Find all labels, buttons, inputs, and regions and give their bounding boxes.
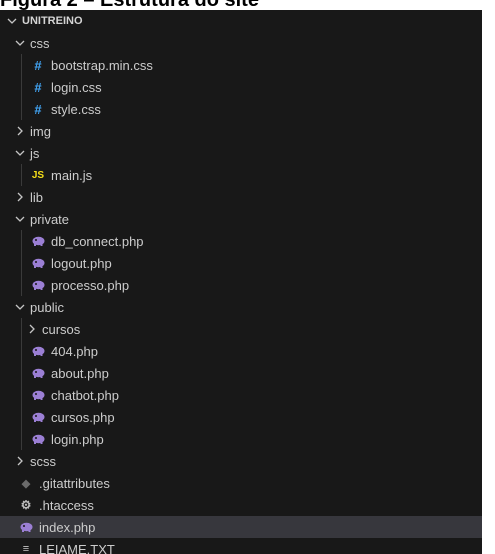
indent-guide	[21, 98, 22, 120]
indent-guide	[21, 274, 22, 296]
file-main-js[interactable]: JS main.js	[0, 164, 482, 186]
chevron-down-icon[interactable]	[12, 214, 28, 224]
folder-private[interactable]: private	[0, 208, 482, 230]
tree-item-label: cursos	[42, 321, 81, 337]
tree-item-label: .gitattributes	[39, 475, 110, 491]
tree-item-label: lib	[30, 189, 44, 205]
chevron-down-icon[interactable]	[12, 38, 28, 48]
tree-item-label: img	[30, 123, 51, 139]
php-file-icon	[30, 434, 46, 444]
file-about-php[interactable]: about.php	[0, 362, 482, 384]
file-htaccess[interactable]: ⚙ .htaccess	[0, 494, 482, 516]
file-bootstrap-min-css[interactable]: # bootstrap.min.css	[0, 54, 482, 76]
js-file-icon: JS	[31, 169, 45, 181]
indent-guide	[21, 252, 22, 274]
php-file-icon	[30, 258, 46, 268]
php-file-icon	[30, 346, 46, 356]
indent-guide	[21, 362, 22, 384]
tree-item-label: js	[30, 145, 40, 161]
tree-item-label: index.php	[39, 519, 96, 535]
tree-item-label: login.css	[51, 79, 102, 95]
file-login-css[interactable]: # login.css	[0, 76, 482, 98]
tree-item-label: processo.php	[51, 277, 130, 293]
indent-guide	[21, 54, 22, 76]
chevron-down-icon	[4, 16, 20, 26]
tree-item-label: chatbot.php	[51, 387, 119, 403]
file-logout-php[interactable]: logout.php	[0, 252, 482, 274]
indent-guide	[21, 384, 22, 406]
php-file-icon	[30, 236, 46, 246]
file-chatbot-php[interactable]: chatbot.php	[0, 384, 482, 406]
gear-icon: ⚙	[20, 498, 32, 512]
php-file-icon	[30, 280, 46, 290]
css-file-icon: #	[34, 79, 42, 95]
file-processo-php[interactable]: processo.php	[0, 274, 482, 296]
php-file-icon	[30, 368, 46, 378]
tree-item-label: logout.php	[51, 255, 112, 271]
file-style-css[interactable]: # style.css	[0, 98, 482, 120]
indent-guide	[21, 164, 22, 186]
file-gitattributes[interactable]: ◆ .gitattributes	[0, 472, 482, 494]
figure-caption: Figura 2 – Estrutura do site	[0, 0, 259, 11]
chevron-down-icon[interactable]	[12, 302, 28, 312]
file-db-connect-php[interactable]: db_connect.php	[0, 230, 482, 252]
root-folder-unitreino[interactable]: UNITREINO	[0, 10, 482, 32]
tree-item-label: LEIAME.TXT	[39, 541, 115, 554]
css-file-icon: #	[34, 101, 42, 117]
git-file-icon: ◆	[21, 477, 31, 490]
folder-css[interactable]: css	[0, 32, 482, 54]
folder-js[interactable]: js	[0, 142, 482, 164]
indent-guide	[21, 406, 22, 428]
tree-item-label: private	[30, 211, 70, 227]
php-file-icon	[30, 412, 46, 422]
tree-item-label: bootstrap.min.css	[51, 57, 153, 73]
indent-guide	[21, 76, 22, 98]
tree-item-label: cursos.php	[51, 409, 115, 425]
indent-guide	[21, 428, 22, 450]
tree-item-label: main.js	[51, 167, 93, 183]
tree-item-label: 404.php	[51, 343, 98, 359]
tree-item-label: db_connect.php	[51, 233, 144, 249]
php-file-icon	[30, 390, 46, 400]
chevron-down-icon[interactable]	[12, 148, 28, 158]
tree-item-label: .htaccess	[39, 497, 94, 513]
indent-guide	[21, 318, 22, 340]
file-login-php[interactable]: login.php	[0, 428, 482, 450]
tree-item-label: scss	[30, 453, 56, 469]
file-leiame-txt[interactable]: ≡ LEIAME.TXT	[0, 538, 482, 554]
indent-guide	[21, 340, 22, 362]
tree-item-label: about.php	[51, 365, 109, 381]
css-file-icon: #	[34, 57, 42, 73]
file-404-php[interactable]: 404.php	[0, 340, 482, 362]
explorer-panel: UNITREINO css # bootstrap.min.css # login.cs…	[0, 10, 482, 554]
tree-item-label: style.css	[51, 101, 101, 117]
tree-item-label: css	[30, 35, 50, 51]
php-file-icon	[18, 522, 34, 532]
folder-public[interactable]: public	[0, 296, 482, 318]
tree-item-label: public	[30, 299, 64, 315]
root-folder-label: UNITREINO	[22, 15, 83, 27]
folder-cursos[interactable]: cursos	[0, 318, 482, 340]
folder-img[interactable]: img	[0, 120, 482, 142]
file-index-php[interactable]: index.php	[0, 516, 482, 538]
indent-guide	[21, 230, 22, 252]
chevron-right-icon[interactable]	[12, 456, 28, 466]
folder-lib[interactable]: lib	[0, 186, 482, 208]
chevron-right-icon[interactable]	[24, 324, 40, 334]
chevron-right-icon[interactable]	[12, 126, 28, 136]
text-file-icon: ≡	[22, 543, 30, 554]
chevron-right-icon[interactable]	[12, 192, 28, 202]
tree-item-label: login.php	[51, 431, 104, 447]
folder-scss[interactable]: scss	[0, 450, 482, 472]
file-cursos-php[interactable]: cursos.php	[0, 406, 482, 428]
